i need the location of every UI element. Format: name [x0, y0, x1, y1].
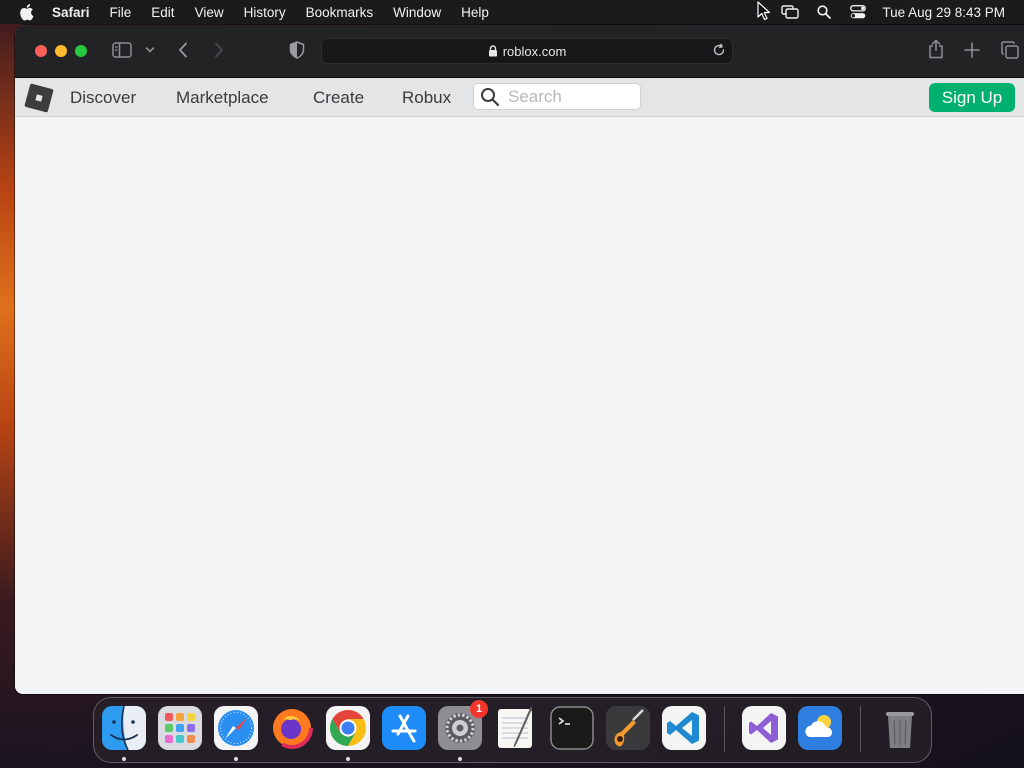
- back-arrow-icon[interactable]: [177, 42, 189, 58]
- close-window-button[interactable]: [35, 45, 47, 57]
- dock-system-settings[interactable]: 1: [438, 700, 488, 750]
- sidebar-toggle-icon[interactable]: [112, 42, 132, 58]
- weather-icon: [798, 706, 842, 750]
- terminal-icon: [550, 706, 594, 750]
- nav-create[interactable]: Create: [313, 88, 364, 108]
- safari-icon: [214, 706, 258, 750]
- notification-badge: 1: [470, 700, 488, 718]
- spotlight-search-icon[interactable]: [814, 3, 834, 21]
- search-icon: [480, 87, 500, 107]
- dock-chrome[interactable]: [326, 706, 370, 750]
- dock-finder[interactable]: [102, 706, 146, 750]
- nav-robux[interactable]: Robux: [402, 88, 451, 108]
- lock-icon: [488, 45, 498, 57]
- menu-history[interactable]: History: [244, 5, 286, 20]
- menu-bookmarks[interactable]: Bookmarks: [306, 5, 374, 20]
- dock: 1: [93, 697, 932, 763]
- chevron-down-icon[interactable]: [145, 46, 155, 54]
- menu-app-name[interactable]: Safari: [52, 5, 90, 20]
- vscode-icon: [662, 706, 706, 750]
- control-center-icon[interactable]: [848, 3, 868, 21]
- trash-icon: [886, 712, 914, 748]
- menu-bar: Safari File Edit View History Bookmarks …: [0, 0, 1024, 24]
- firefox-icon: [271, 707, 313, 749]
- menu-help[interactable]: Help: [461, 5, 489, 20]
- safari-running-indicator: [234, 757, 238, 761]
- dock-weather[interactable]: [798, 706, 842, 750]
- dock-garageband[interactable]: [606, 706, 650, 750]
- forward-arrow-icon[interactable]: [213, 42, 225, 58]
- menu-clock[interactable]: Tue Aug 29 8:43 PM: [882, 5, 1005, 20]
- chrome-icon: [326, 706, 370, 750]
- dock-visual-studio[interactable]: [742, 706, 786, 750]
- textedit-icon: [498, 706, 533, 748]
- dock-vscode[interactable]: [662, 706, 706, 750]
- menu-file[interactable]: File: [110, 5, 132, 20]
- address-url: roblox.com: [502, 43, 567, 59]
- dock-separator-trash: [860, 706, 861, 752]
- launchpad-icon: [158, 706, 202, 750]
- garageband-icon: [606, 706, 650, 750]
- dock-firefox[interactable]: [270, 706, 314, 750]
- tab-overview-icon[interactable]: [1001, 41, 1019, 59]
- dock-app-store[interactable]: [382, 706, 426, 750]
- screen-mirroring-icon[interactable]: [780, 3, 800, 21]
- visual-studio-icon: [742, 706, 786, 750]
- safari-window: roblox.com Discover Marketplace Create R…: [15, 25, 1024, 694]
- finder-icon: [102, 706, 146, 750]
- reload-icon[interactable]: [712, 43, 726, 57]
- nav-marketplace[interactable]: Marketplace: [176, 88, 269, 108]
- chrome-running-indicator: [346, 757, 350, 761]
- minimize-window-button[interactable]: [55, 45, 67, 57]
- safari-toolbar: roblox.com: [15, 25, 1024, 78]
- share-icon[interactable]: [928, 39, 944, 59]
- dock-textedit[interactable]: [494, 706, 538, 750]
- sign-up-button[interactable]: Sign Up: [929, 83, 1015, 112]
- system-settings-running-indicator: [458, 757, 462, 761]
- dock-separator: [724, 706, 725, 752]
- dock-trash[interactable]: [878, 706, 922, 750]
- dock-safari[interactable]: [214, 706, 258, 750]
- nav-discover[interactable]: Discover: [70, 88, 136, 108]
- dock-launchpad[interactable]: [158, 706, 202, 750]
- apple-menu-icon[interactable]: [18, 3, 36, 21]
- menu-view[interactable]: View: [195, 5, 224, 20]
- new-tab-icon[interactable]: [964, 42, 980, 58]
- mouse-cursor-icon: [757, 1, 771, 26]
- search-box[interactable]: [473, 83, 641, 110]
- app-store-icon: [382, 706, 426, 750]
- menu-edit[interactable]: Edit: [151, 5, 174, 20]
- roblox-logo-icon[interactable]: [24, 83, 54, 113]
- privacy-shield-icon[interactable]: [289, 41, 305, 59]
- dock-terminal[interactable]: [550, 706, 594, 750]
- menu-window[interactable]: Window: [393, 5, 441, 20]
- address-bar[interactable]: roblox.com: [321, 38, 733, 64]
- search-input[interactable]: [508, 86, 618, 107]
- zoom-window-button[interactable]: [75, 45, 87, 57]
- roblox-header: Discover Marketplace Create Robux Sign U…: [15, 78, 1024, 117]
- page-content: [15, 117, 1024, 694]
- finder-running-indicator: [122, 757, 126, 761]
